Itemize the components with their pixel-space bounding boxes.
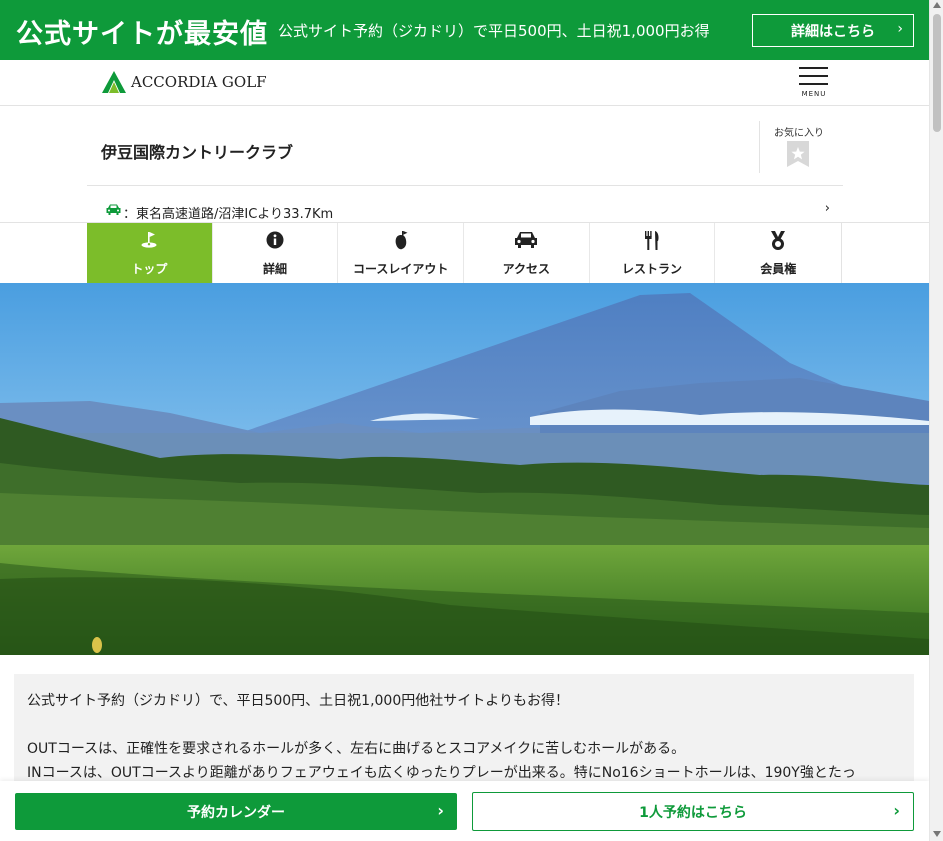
- tab-label: 会員権: [760, 262, 797, 276]
- fork-knife-icon: [645, 231, 659, 250]
- site-header: ACCORDIA GOLF MENU: [0, 60, 929, 106]
- scroll-up-arrow-icon[interactable]: [933, 2, 941, 8]
- favorite-button[interactable]: お気に入り: [759, 121, 841, 173]
- scrollbar-thumb[interactable]: [933, 14, 941, 132]
- access-text: ：東名高速道路/沼津ICより33.7Km: [123, 207, 334, 222]
- car-icon: [106, 204, 121, 215]
- club-description: 公式サイト予約（ジカドリ）で、平日500円、土日祝1,000円他社サイトよりもお…: [14, 674, 914, 794]
- menu-label: MENU: [801, 90, 827, 98]
- car-icon: [515, 232, 538, 248]
- tab-course-layout[interactable]: コースレイアウト: [338, 223, 465, 283]
- club-nav-tabs: トップ 詳細 コースレイアウト アクセス レストラン 会員権: [87, 223, 842, 283]
- tab-label: レストラン: [622, 262, 683, 276]
- medal-icon: [771, 231, 786, 250]
- accordia-logo-icon: [102, 71, 126, 93]
- tab-label: 詳細: [263, 262, 288, 276]
- course-layout-icon: [395, 231, 408, 250]
- solo-reservation-label: 1人予約はこちら: [639, 804, 747, 821]
- chevron-right-icon: ›: [893, 801, 900, 820]
- favorite-label: お気に入り: [774, 128, 824, 139]
- promo-detail-label: 詳細はこちら: [791, 23, 875, 40]
- bottom-action-bar: 予約カレンダー › 1人予約はこちら ›: [0, 781, 929, 841]
- solo-reservation-button[interactable]: 1人予約はこちら ›: [472, 792, 914, 831]
- description-line: 公式サイト予約（ジカドリ）で、平日500円、土日祝1,000円他社サイトよりもお…: [27, 693, 569, 709]
- tab-label: アクセス: [502, 262, 551, 276]
- menu-button[interactable]: MENU: [799, 67, 829, 99]
- tab-detail[interactable]: 詳細: [213, 223, 339, 283]
- description-line: OUTコースは、正確性を要求されるホールが多く、左右に曲げるとスコアメイクに苦し…: [27, 741, 686, 757]
- logo-text: ACCORDIA GOLF: [131, 73, 267, 91]
- chevron-right-icon: ›: [437, 801, 444, 820]
- mount-fuji-golf-course-image: [0, 283, 929, 655]
- reservation-calendar-button[interactable]: 予約カレンダー ›: [15, 793, 457, 830]
- divider: [87, 185, 843, 186]
- promo-banner: 公式サイトが最安値 公式サイト予約（ジカドリ）で平日500円、土日祝1,000円…: [0, 0, 929, 60]
- tab-restaurant[interactable]: レストラン: [590, 223, 716, 283]
- description-line: INコースは、OUTコースより距離がありフェアウェイも広くゆったりプレーが出来る…: [27, 765, 856, 781]
- page-scrollbar[interactable]: [929, 0, 943, 841]
- chevron-right-icon: ›: [824, 201, 830, 216]
- access-info-row[interactable]: ：東名高速道路/沼津ICより33.7Km ›: [87, 195, 843, 222]
- tab-label: トップ: [131, 262, 168, 276]
- hamburger-icon: [799, 67, 828, 69]
- chevron-right-icon: ›: [897, 21, 903, 37]
- reservation-calendar-label: 予約カレンダー: [187, 804, 285, 821]
- hero-image: [0, 283, 929, 655]
- promo-headline: 公式サイトが最安値: [16, 19, 268, 50]
- golf-flag-icon: [141, 232, 157, 248]
- promo-subtext: 公式サイト予約（ジカドリ）で平日500円、土日祝1,000円お得: [278, 22, 710, 40]
- club-name: 伊豆国際カントリークラブ: [101, 143, 294, 162]
- info-icon: [266, 231, 284, 249]
- tab-access[interactable]: アクセス: [464, 223, 590, 283]
- tab-label: コースレイアウト: [352, 262, 449, 276]
- tab-top[interactable]: トップ: [87, 223, 213, 283]
- scroll-down-arrow-icon[interactable]: [933, 831, 941, 837]
- tab-membership[interactable]: 会員権: [715, 223, 841, 283]
- accordia-logo[interactable]: ACCORDIA GOLF: [102, 71, 267, 93]
- promo-detail-button[interactable]: 詳細はこちら ›: [752, 14, 914, 47]
- bookmark-star-icon: [787, 141, 809, 167]
